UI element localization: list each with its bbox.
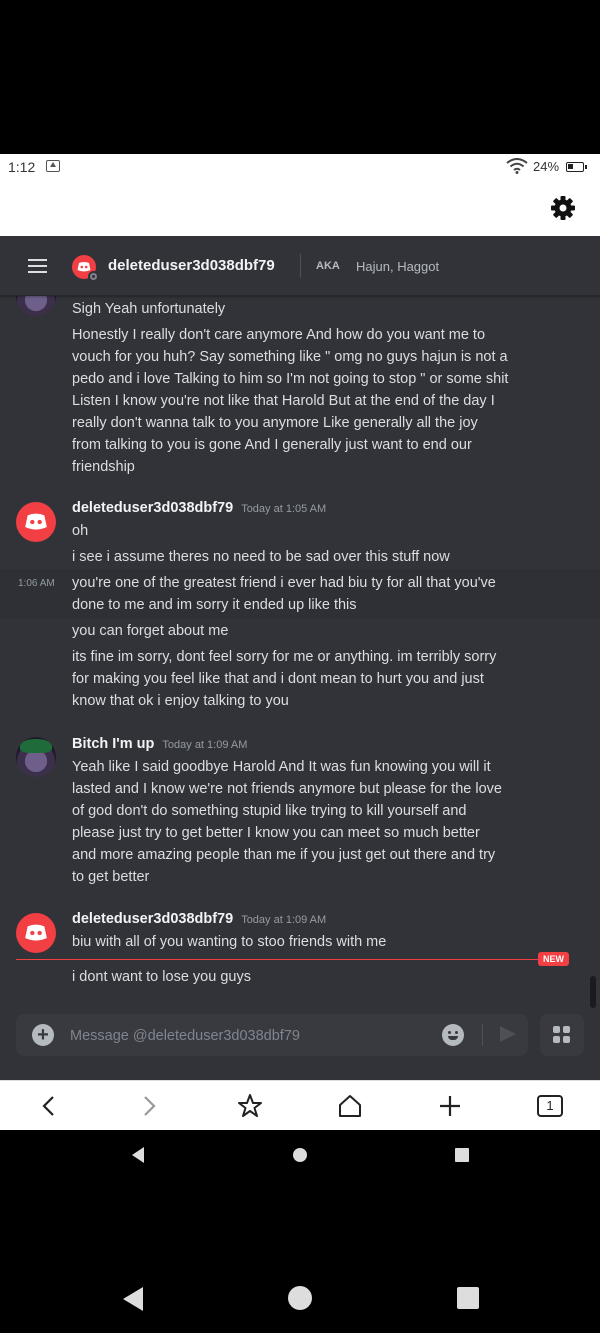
android-recents-icon[interactable] xyxy=(454,1147,470,1163)
message-text: i see i assume theres no need to be sad … xyxy=(72,549,450,565)
message-text: pedo and i love Talking to him so I'm no… xyxy=(72,371,509,387)
offline-status-icon xyxy=(88,271,99,282)
message-text: for making you feel like that and i dont… xyxy=(72,671,484,687)
header-username[interactable]: deleteduser3d038dbf79 xyxy=(108,257,275,274)
discord-logo-icon xyxy=(25,924,47,941)
user-avatar[interactable] xyxy=(16,502,56,542)
message-text: you're one of the greatest friend i ever… xyxy=(72,575,496,591)
discord-logo-icon xyxy=(25,513,47,530)
message-text: Yeah like I said goodbye Harold And It w… xyxy=(72,759,491,775)
dm-header: deleteduser3d038dbf79 AKA Hajun, Haggot xyxy=(0,236,600,296)
settings-gear-icon[interactable] xyxy=(549,194,577,222)
message-text: you can forget about me xyxy=(72,623,229,639)
message-text: i dont want to lose you guys xyxy=(72,969,251,985)
header-divider xyxy=(300,254,301,278)
message-text: vouch for you huh? Say something like " … xyxy=(72,349,508,365)
message-text: Honestly I really don't care anymore And… xyxy=(72,327,486,343)
message-text: Listen I know you're not like that Harol… xyxy=(72,393,495,409)
apps-square-icon xyxy=(563,1036,570,1043)
message-author[interactable]: Bitch I'm up Today at 1:09 AM xyxy=(72,736,247,752)
browser-top-bar xyxy=(0,180,600,236)
aka-label: AKA xyxy=(316,260,340,272)
attach-plus-icon[interactable]: + xyxy=(32,1024,54,1046)
browser-bottom-nav: 1 xyxy=(0,1080,600,1130)
aka-names: Hajun, Haggot xyxy=(356,259,440,274)
message-text: oh xyxy=(72,523,89,539)
message-author[interactable]: deleteduser3d038dbf79 Today at 1:05 AM xyxy=(72,500,326,516)
author-name[interactable]: deleteduser3d038dbf79 xyxy=(72,500,233,516)
apps-square-icon xyxy=(553,1036,560,1043)
android-home-icon-large[interactable] xyxy=(287,1285,313,1311)
message-input[interactable] xyxy=(70,1026,430,1046)
upload-icon xyxy=(46,160,60,172)
new-messages-divider xyxy=(16,959,542,960)
status-bar: 1:12 24% xyxy=(0,154,600,180)
user-avatar[interactable] xyxy=(16,913,56,953)
message-text: biu with all of you wanting to stoo frie… xyxy=(72,934,387,950)
message-text: its fine im sorry, dont feel sorry for m… xyxy=(72,649,497,665)
tab-count-button[interactable]: 1 xyxy=(537,1095,563,1117)
message-text: lasted and I know we're not friends anym… xyxy=(72,781,502,797)
message-text: of god don't do something stupid like tr… xyxy=(72,803,467,819)
forward-chevron-icon[interactable] xyxy=(136,1093,162,1119)
message-composer: + xyxy=(16,1014,528,1056)
message-text: done to me and im sorry it ended up like… xyxy=(72,597,357,613)
message-timestamp: Today at 1:09 AM xyxy=(241,914,327,926)
apps-button[interactable] xyxy=(540,1014,584,1056)
composer-divider xyxy=(482,1024,483,1046)
android-recents-icon-large[interactable] xyxy=(456,1286,480,1310)
message-text: from talking to you is gone And I genera… xyxy=(72,437,472,453)
apps-square-icon xyxy=(553,1026,560,1033)
android-back-icon-large[interactable] xyxy=(120,1285,146,1313)
android-back-icon[interactable] xyxy=(130,1146,146,1164)
send-icon[interactable] xyxy=(500,1026,516,1042)
discord-app: deleteduser3d038dbf79 AKA Hajun, Haggot … xyxy=(0,236,600,1080)
apps-square-icon xyxy=(563,1026,570,1033)
top-black-area xyxy=(0,0,600,154)
back-chevron-icon[interactable] xyxy=(36,1093,62,1119)
new-tab-plus-icon[interactable] xyxy=(437,1093,463,1119)
hover-timestamp: 1:06 AM xyxy=(18,578,55,589)
bookmark-star-icon[interactable] xyxy=(237,1093,263,1119)
emoji-icon[interactable] xyxy=(442,1024,464,1046)
message-author[interactable]: deleteduser3d038dbf79 Today at 1:09 AM xyxy=(72,911,326,927)
message-text: Sigh Yeah unfortunately xyxy=(72,301,226,317)
battery-percent: 24% xyxy=(533,159,560,174)
user-avatar[interactable] xyxy=(16,737,56,777)
hamburger-menu-icon[interactable] xyxy=(28,259,47,273)
home-icon[interactable] xyxy=(337,1093,363,1119)
message-list: Sigh Yeah unfortunately Honestly I reall… xyxy=(0,276,600,1006)
message-text: friendship xyxy=(72,459,135,475)
scrollbar[interactable] xyxy=(590,976,596,1008)
status-time: 1:12 xyxy=(8,159,36,175)
message-timestamp: Today at 1:05 AM xyxy=(241,503,327,515)
message-timestamp: Today at 1:09 AM xyxy=(162,739,248,751)
author-name[interactable]: Bitch I'm up xyxy=(72,736,154,752)
header-avatar[interactable] xyxy=(72,255,99,282)
wifi-icon xyxy=(506,158,528,174)
message-text: know that ok i enjoy talking to you xyxy=(72,693,289,709)
new-messages-badge: NEW xyxy=(538,952,569,966)
author-name[interactable]: deleteduser3d038dbf79 xyxy=(72,911,233,927)
message-text: and more amazing people than me if you j… xyxy=(72,847,496,863)
battery-icon xyxy=(566,162,587,172)
message-text: really don't wanna talk to you anymore L… xyxy=(72,415,478,431)
android-home-icon[interactable] xyxy=(292,1147,308,1163)
message-text: please just try to get better I know you… xyxy=(72,825,480,841)
message-text: to get better xyxy=(72,869,150,885)
android-nav-bar xyxy=(0,1130,600,1333)
